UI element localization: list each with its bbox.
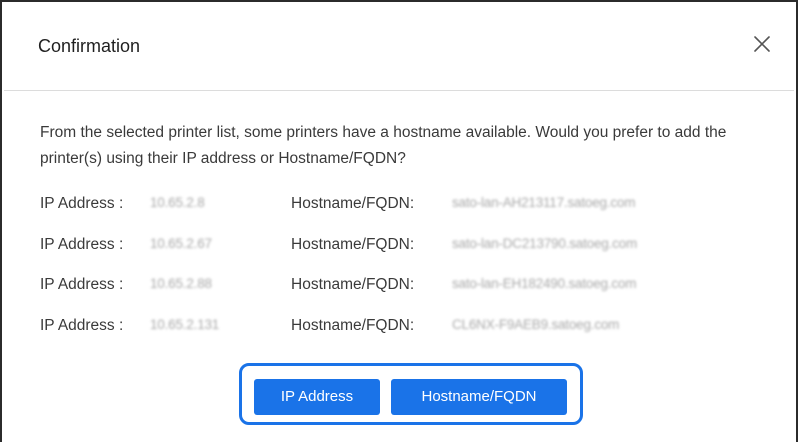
confirmation-dialog: Confirmation From the selected printer l… — [0, 0, 798, 442]
ip-address-button[interactable]: IP Address — [254, 379, 380, 415]
hostname-value: sato-lan-EH182490.satoeg.com — [452, 276, 637, 291]
dialog-message: From the selected printer list, some pri… — [40, 124, 727, 167]
hostname-value: CL6NX-F9AEB9.satoeg.com — [452, 317, 620, 332]
close-icon — [754, 36, 770, 52]
ip-address-value: 10.65.2.131 — [150, 317, 220, 332]
ip-address-label: IP Address : — [40, 276, 124, 293]
ip-address-label: IP Address : — [40, 317, 124, 334]
close-button[interactable] — [750, 32, 774, 56]
hostname-label: Hostname/FQDN: — [291, 195, 415, 212]
button-group-highlight: IP Address Hostname/FQDN — [239, 363, 583, 425]
ip-address-value: 10.65.2.88 — [150, 276, 212, 291]
ip-address-label: IP Address : — [40, 236, 124, 253]
hostname-label: Hostname/FQDN: — [291, 276, 415, 293]
ip-address-value: 10.65.2.8 — [150, 195, 205, 210]
dialog-title: Confirmation — [38, 36, 141, 56]
hostname-fqdn-button[interactable]: Hostname/FQDN — [391, 379, 567, 415]
hostname-label: Hostname/FQDN: — [291, 236, 415, 253]
hostname-label: Hostname/FQDN: — [291, 317, 415, 334]
hostname-value: sato-lan-DC213790.satoeg.com — [452, 236, 638, 251]
ip-address-value: 10.65.2.67 — [150, 236, 212, 251]
dialog-header: Confirmation — [4, 4, 794, 91]
hostname-value: sato-lan-AH213117.satoeg.com — [452, 195, 636, 210]
ip-address-label: IP Address : — [40, 195, 124, 212]
